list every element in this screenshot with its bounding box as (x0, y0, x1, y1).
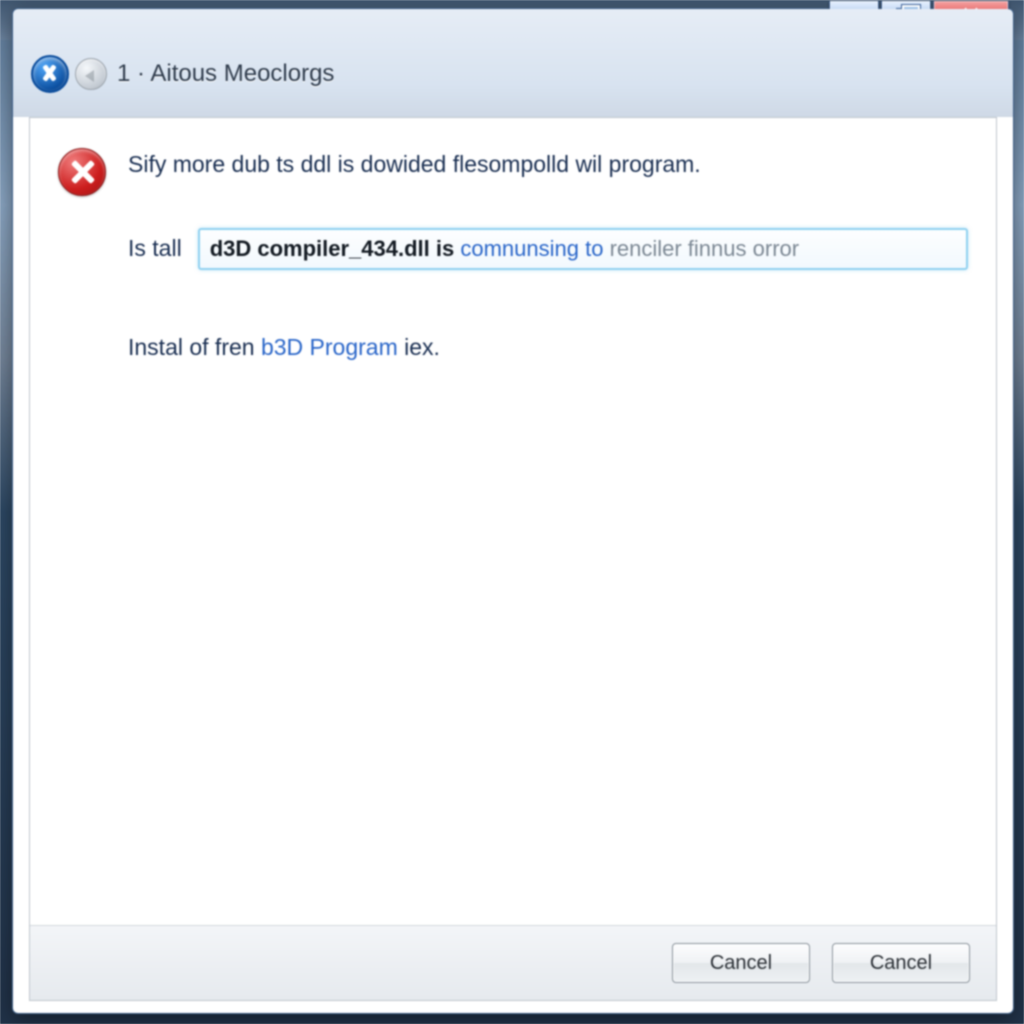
detail-bold-text: d3D compiler_434.dll is (210, 236, 461, 261)
dialog-footer: Cancel Cancel (30, 925, 996, 1000)
extra-prefix: Instal of fren (128, 334, 261, 360)
button-label: Cancel (870, 952, 932, 975)
bottom-border (13, 1001, 1013, 1013)
content-frame: Sify more dub ts ddl is dowided flesompo… (29, 117, 997, 1001)
message-column: Sify more dub ts ddl is dowided flesompo… (128, 146, 968, 915)
app-icon (31, 55, 69, 93)
detail-link-text: comnunsing to (460, 236, 609, 261)
error-icon (58, 148, 106, 196)
cancel-button-right[interactable]: Cancel (832, 943, 970, 983)
extra-line: Instal of fren b3D Program iex. (128, 334, 968, 361)
button-label: Cancel (710, 952, 772, 975)
titlebar: 1 · Aitous Meoclorgs (13, 9, 1013, 117)
error-headline: Sify more dub ts ddl is dowided flesompo… (128, 150, 968, 180)
window-title: 1 · Aitous Meoclorgs (117, 60, 334, 88)
content-body: Sify more dub ts ddl is dowided flesompo… (30, 118, 996, 925)
error-dialog: ✕ 1 · Aitous Meoclorgs Sify more dub ts … (12, 8, 1014, 1014)
cancel-button-left[interactable]: Cancel (672, 943, 810, 983)
extra-link[interactable]: b3D Program (261, 334, 404, 360)
detail-field[interactable]: d3D compiler_434.dll is comnunsing to re… (198, 228, 968, 270)
detail-label: Is tall (128, 235, 182, 262)
detail-gray-text: renciler finnus orror (610, 236, 800, 261)
extra-suffix: iex. (404, 334, 440, 360)
detail-row: Is tall d3D compiler_434.dll is comnunsi… (128, 228, 968, 270)
back-button[interactable] (75, 58, 107, 90)
